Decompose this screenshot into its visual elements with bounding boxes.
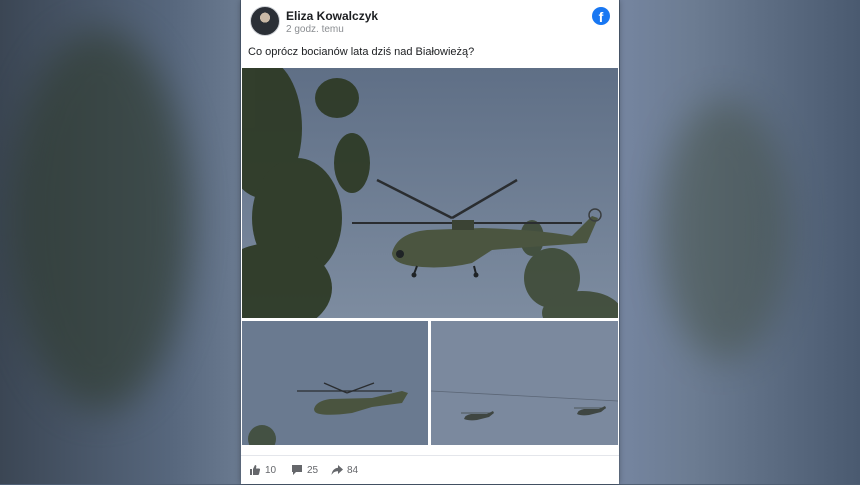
post-header: Eliza Kowalczyk 2 godz. temu f <box>241 0 619 42</box>
post-timestamp[interactable]: 2 godz. temu <box>286 24 344 35</box>
like-count: 10 <box>265 464 277 476</box>
author-name[interactable]: Eliza Kowalczyk <box>286 9 378 23</box>
facebook-post-card: Eliza Kowalczyk 2 godz. temu f Co oprócz… <box>241 0 619 484</box>
comment-count: 25 <box>307 464 319 476</box>
post-stats-bar: 10 25 84 <box>241 455 619 485</box>
background-foliage <box>660 100 790 360</box>
background-foliage <box>10 30 190 410</box>
comment-stat[interactable]: 25 <box>291 464 318 476</box>
thumbs-up-icon <box>250 465 261 475</box>
helicopters-distant-photo <box>431 321 618 445</box>
comment-icon <box>292 465 302 475</box>
helicopter-photo <box>242 68 618 318</box>
author-avatar[interactable] <box>250 6 280 36</box>
post-text: Co oprócz bocianów lata dziś nad Białowi… <box>248 46 475 58</box>
post-photo-tertiary[interactable] <box>431 321 618 445</box>
post-photo-main[interactable] <box>242 68 618 318</box>
share-arrow-icon <box>331 465 343 475</box>
share-stat[interactable]: 84 <box>331 464 358 476</box>
like-stat[interactable]: 10 <box>249 464 276 476</box>
facebook-logo-icon: f <box>592 7 610 25</box>
helicopter-photo <box>242 321 428 445</box>
share-count: 84 <box>347 464 359 476</box>
post-photo-secondary[interactable] <box>242 321 428 445</box>
